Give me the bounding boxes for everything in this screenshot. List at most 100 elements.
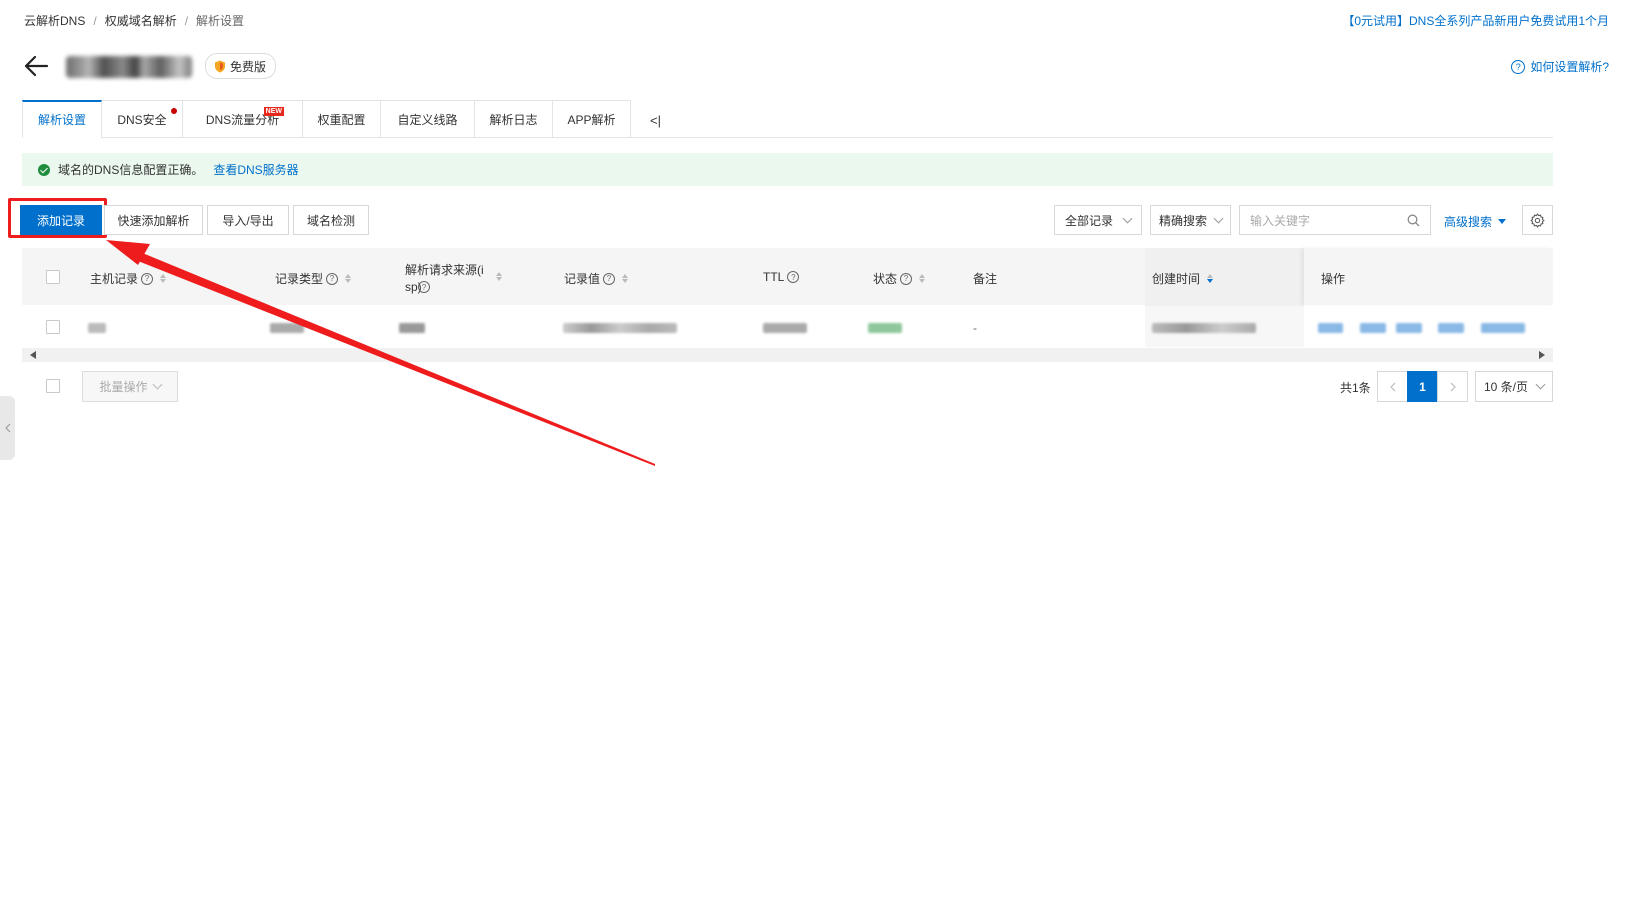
next-page-button[interactable] xyxy=(1437,371,1468,402)
gear-icon xyxy=(1530,212,1545,228)
tab-label: APP解析 xyxy=(567,112,616,127)
sort-icon[interactable] xyxy=(622,274,629,283)
col-record-type[interactable]: 记录类型? xyxy=(275,270,352,287)
chevron-down-icon xyxy=(1535,379,1546,390)
row-checkbox[interactable] xyxy=(46,320,60,334)
domain-name-redacted xyxy=(66,56,192,78)
breadcrumb-separator: / xyxy=(93,14,97,28)
col-ttl[interactable]: TTL? xyxy=(763,270,800,284)
tab-weight-config[interactable]: 权重配置 xyxy=(303,100,381,138)
action-link-redacted[interactable] xyxy=(1318,323,1343,333)
col-record-value[interactable]: 记录值? xyxy=(564,270,629,287)
tab-dns-security[interactable]: DNS安全 xyxy=(102,100,183,138)
chevron-left-icon xyxy=(1389,382,1395,391)
search-icon[interactable] xyxy=(1407,214,1420,227)
col-created-time[interactable]: 创建时间 xyxy=(1152,270,1214,287)
horizontal-scrollbar[interactable] xyxy=(22,348,1553,362)
status-redacted xyxy=(868,323,902,333)
sort-icon[interactable] xyxy=(160,274,167,283)
tab-bar: 解析设置 DNS安全 DNS流量分析 NEW 权重配置 自定义线路 解析日志 AP… xyxy=(22,100,631,138)
column-label: 记录值 xyxy=(564,272,601,286)
action-link-redacted[interactable] xyxy=(1481,323,1525,333)
tab-label: 解析日志 xyxy=(489,112,538,127)
help-icon[interactable]: ? xyxy=(141,272,154,285)
breadcrumb: 云解析DNS / 权威域名解析 / 解析设置 xyxy=(24,12,244,29)
col-status[interactable]: 状态? xyxy=(873,270,926,287)
scroll-left-icon[interactable] xyxy=(30,351,36,359)
keyword-search-input[interactable]: 输入关键字 xyxy=(1239,205,1431,235)
help-icon[interactable]: ? xyxy=(326,272,339,285)
back-arrow-icon[interactable] xyxy=(22,52,50,80)
tab-label: 自定义线路 xyxy=(397,112,458,127)
sort-icon[interactable] xyxy=(345,274,352,283)
page-number-button[interactable]: 1 xyxy=(1407,371,1438,402)
column-label: TTL xyxy=(763,270,785,284)
sort-icon[interactable] xyxy=(496,272,502,281)
tab-label: 解析设置 xyxy=(37,113,86,127)
sidebar-expand-handle[interactable] xyxy=(0,396,15,460)
view-dns-servers-link[interactable]: 查看DNS服务器 xyxy=(213,161,298,178)
breadcrumb-item-authoritative[interactable]: 权威域名解析 xyxy=(105,14,177,28)
breadcrumb-item-dns[interactable]: 云解析DNS xyxy=(24,14,85,28)
domain-check-button[interactable]: 域名检测 xyxy=(293,205,369,235)
question-icon: ? xyxy=(1511,59,1526,74)
advanced-search-label: 高级搜索 xyxy=(1444,215,1493,229)
action-link-redacted[interactable] xyxy=(1396,323,1422,333)
help-link[interactable]: ? 如何设置解析? xyxy=(1511,58,1609,75)
tab-dns-settings[interactable]: 解析设置 xyxy=(22,100,102,138)
help-icon[interactable]: ? xyxy=(787,271,800,283)
column-label: 状态 xyxy=(873,272,898,286)
record-filter-value: 全部记录 xyxy=(1065,213,1114,228)
breadcrumb-separator: / xyxy=(184,14,189,28)
help-link-label: 如何设置解析? xyxy=(1530,60,1609,74)
help-icon[interactable]: ? xyxy=(418,281,430,293)
record-filter-select[interactable]: 全部记录 xyxy=(1054,205,1142,235)
shield-icon xyxy=(215,60,225,72)
tab-resolve-log[interactable]: 解析日志 xyxy=(475,100,553,138)
chevron-down-icon xyxy=(152,379,162,390)
page-size-select[interactable]: 10 条/页 xyxy=(1475,371,1553,402)
select-all-checkbox[interactable] xyxy=(46,270,60,284)
help-icon[interactable]: ? xyxy=(603,272,616,285)
footer-select-all-checkbox[interactable] xyxy=(46,379,60,393)
tab-custom-lines[interactable]: 自定义线路 xyxy=(381,100,475,138)
tab-app-resolve[interactable]: APP解析 xyxy=(553,100,631,138)
action-link-redacted[interactable] xyxy=(1360,323,1386,333)
chevron-right-icon xyxy=(1450,382,1456,391)
prev-page-button[interactable] xyxy=(1377,371,1408,402)
search-mode-select[interactable]: 精确搜索 xyxy=(1150,205,1231,235)
scroll-right-icon[interactable] xyxy=(1539,351,1545,359)
edition-label: 免费版 xyxy=(230,59,267,74)
table-settings-button[interactable] xyxy=(1522,205,1553,235)
quick-add-button[interactable]: 快速添加解析 xyxy=(104,205,203,235)
sort-icon[interactable] xyxy=(1207,274,1214,283)
col-host-record[interactable]: 主机记录? xyxy=(90,270,167,287)
column-label: 主机记录 xyxy=(90,272,139,286)
tab-label: DNS安全 xyxy=(117,112,167,127)
record-value-redacted xyxy=(563,323,677,333)
search-placeholder: 输入关键字 xyxy=(1250,213,1311,228)
column-label: 记录类型 xyxy=(275,272,324,286)
check-circle-icon xyxy=(38,163,50,176)
dns-status-alert: 域名的DNS信息配置正确。 查看DNS服务器 xyxy=(22,153,1553,186)
chevron-down-icon xyxy=(1122,213,1133,223)
sort-icon[interactable] xyxy=(919,274,926,283)
action-link-redacted[interactable] xyxy=(1438,323,1464,333)
column-label: 解析请求来源(isp) xyxy=(405,263,484,294)
chevron-left-icon xyxy=(4,423,10,433)
notification-dot xyxy=(171,108,177,114)
edition-badge: 免费版 xyxy=(205,53,277,79)
batch-action-select[interactable]: 批量操作 xyxy=(82,371,178,402)
promo-link[interactable]: 【0元试用】DNS全系列产品新用户免费试用1个月 xyxy=(1342,12,1609,29)
caret-down-icon xyxy=(1498,219,1507,224)
alert-message: 域名的DNS信息配置正确。 xyxy=(58,163,204,177)
column-label: 操作 xyxy=(1321,272,1346,286)
collapse-tabs-icon[interactable]: <| xyxy=(650,113,661,128)
total-count: 共1条 xyxy=(1340,381,1371,395)
new-badge: NEW xyxy=(263,107,284,116)
help-icon[interactable]: ? xyxy=(900,272,913,285)
tab-dns-traffic[interactable]: DNS流量分析 NEW xyxy=(183,100,303,138)
tab-label: 权重配置 xyxy=(317,112,366,127)
import-export-button[interactable]: 导入/导出 xyxy=(207,205,289,235)
advanced-search-toggle[interactable]: 高级搜索 xyxy=(1444,213,1507,230)
